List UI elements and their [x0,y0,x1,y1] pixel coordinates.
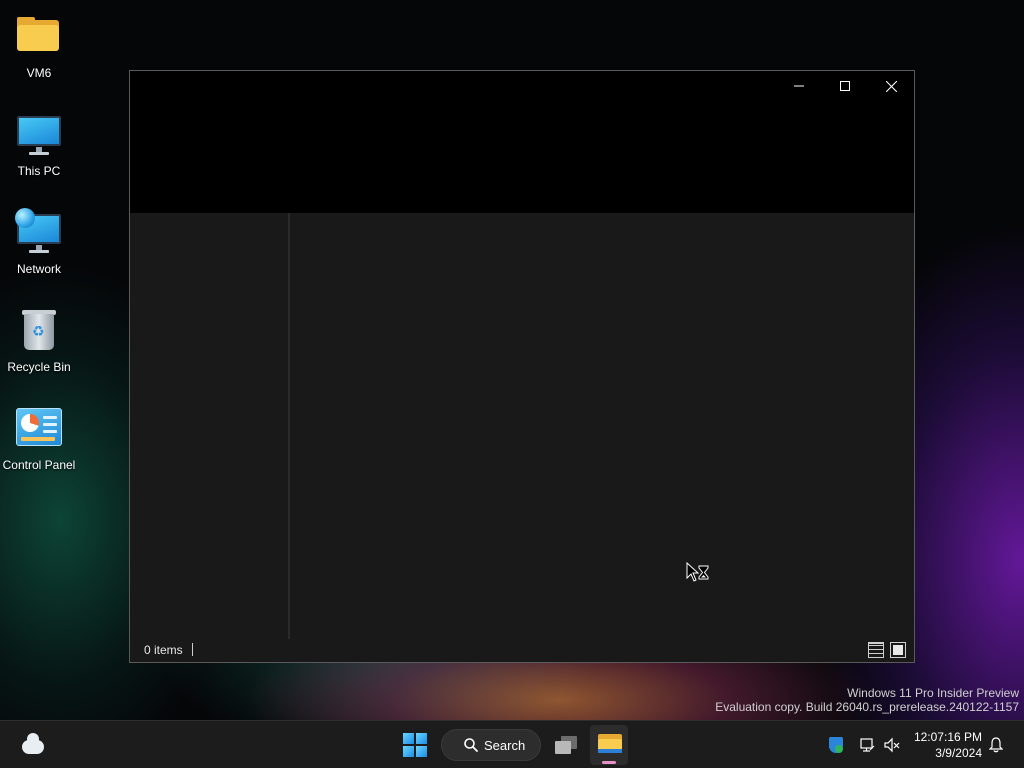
busy-cursor-icon [686,562,709,582]
close-icon [885,80,897,92]
volume-tray-button[interactable] [882,725,902,765]
status-separator [192,643,193,656]
minimize-icon [794,85,804,87]
minimize-button[interactable] [776,71,822,101]
desktop-icon-vm6[interactable]: VM6 [0,8,78,88]
network-status-icon [860,738,875,752]
item-count: 0 items [144,643,183,657]
details-view-button[interactable] [868,642,884,658]
control-panel-icon [15,404,63,452]
start-button[interactable] [398,725,432,765]
large-icons-view-button[interactable] [890,642,906,658]
task-view-button[interactable] [550,725,584,765]
file-explorer-window: 0 items [129,70,915,663]
navigation-pane[interactable] [130,213,288,639]
search-label: Search [484,737,526,753]
folder-icon [15,12,63,60]
windows-logo-icon [403,733,427,757]
status-bar: 0 items [130,639,914,662]
notifications-button[interactable] [986,725,1006,765]
desktop-icon-label: This PC [17,164,61,178]
taskbar-clock[interactable]: 12:07:16 PM 3/9/2024 [908,729,982,761]
volume-muted-icon [884,737,900,753]
taskbar: Search 12:07:16 PM 3/9/2024 [0,720,1024,768]
clock-date: 3/9/2024 [935,746,982,760]
search-button[interactable]: Search [441,729,541,761]
desktop-icon-label: VM6 [26,66,52,80]
monitor-icon [15,110,63,158]
desktop-icon-this-pc[interactable]: This PC [0,106,78,186]
desktop-icon-recycle-bin[interactable]: ♻ Recycle Bin [0,302,78,382]
clock-time: 12:07:16 PM [913,730,982,744]
search-icon [464,738,478,752]
file-list-pane[interactable] [290,213,914,639]
desktop-icon-control-panel[interactable]: Control Panel [0,400,78,480]
desktop-icon-label: Recycle Bin [7,360,71,374]
close-button[interactable] [868,71,914,101]
recycle-bin-icon: ♻ [15,306,63,354]
desktop-icon-label: Control Panel [2,458,76,472]
title-bar[interactable] [130,71,914,213]
maximize-button[interactable] [822,71,868,101]
security-tray-button[interactable] [826,725,846,765]
windows-watermark: Windows 11 Pro Insider Preview Evaluatio… [715,686,1019,714]
shield-icon [829,737,843,753]
active-app-indicator [602,761,616,764]
maximize-icon [840,81,850,91]
network-tray-button[interactable] [857,725,877,765]
desktop-icon-network[interactable]: Network [0,204,78,284]
bell-icon [989,737,1003,753]
weather-cloud-icon [22,733,44,754]
watermark-edition: Windows 11 Pro Insider Preview [847,686,1019,700]
network-icon [15,208,63,256]
watermark-build: Evaluation copy. Build 26040.rs_prerelea… [715,700,1019,714]
taskbar-file-explorer-button[interactable] [590,725,628,765]
weather-widget-button[interactable] [18,725,48,765]
window-content: 0 items [130,213,914,662]
desktop-icon-label: Network [16,262,61,276]
